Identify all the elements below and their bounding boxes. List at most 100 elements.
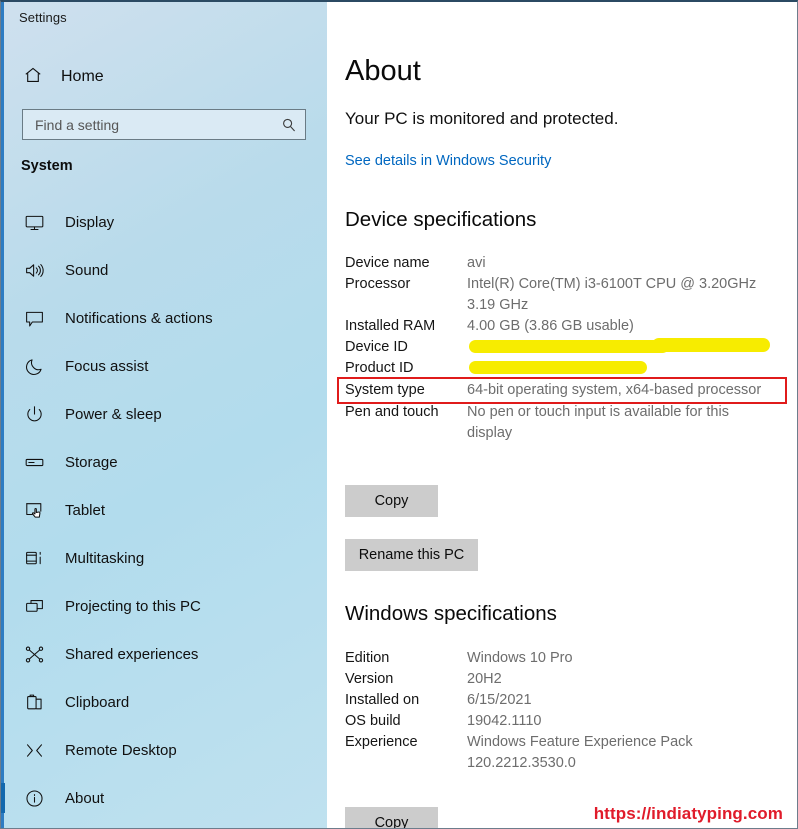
spec-row: Installed RAM 4.00 GB (3.86 GB usable): [345, 316, 785, 337]
spec-value: 19042.1110: [467, 713, 542, 729]
spec-value: avi: [467, 255, 486, 271]
spec-row-highlighted: System type 64-bit operating system, x64-…: [337, 377, 787, 404]
sidebar-item-focus-assist[interactable]: Focus assist: [1, 342, 328, 390]
sidebar-item-home[interactable]: Home: [13, 62, 313, 92]
spec-value: 4.00 GB (3.86 GB usable): [467, 318, 634, 334]
spec-row: Device ID: [345, 337, 785, 358]
sidebar-nav-list: Display Sound Notifications & actions Focus…: [1, 198, 328, 822]
sidebar-item-notifications-actions[interactable]: Notifications & actions: [1, 294, 328, 342]
sidebar-item-sound[interactable]: Sound: [1, 246, 328, 294]
sidebar-group-title: System: [21, 158, 73, 174]
projecting-icon: [23, 595, 45, 617]
moon-icon: [23, 355, 45, 377]
spec-value: Windows Feature Experience Pack 120.2212…: [467, 734, 693, 771]
spec-key: Processor: [345, 276, 411, 292]
sidebar-item-about[interactable]: About: [1, 774, 328, 822]
spec-key: Device name: [345, 255, 430, 271]
settings-window: Settings Home System Display Sound Notific…: [0, 0, 798, 829]
sidebar-item-display[interactable]: Display: [1, 198, 328, 246]
chat-bubble-icon: [23, 307, 45, 329]
sidebar-item-label: Clipboard: [65, 693, 130, 711]
spec-row: Product ID: [345, 358, 785, 379]
remote-desktop-icon: [23, 739, 45, 761]
spec-key: Product ID: [345, 360, 414, 376]
spec-key: Version: [345, 671, 394, 687]
sidebar-item-home-label: Home: [61, 68, 104, 85]
spec-key: System type: [345, 382, 425, 398]
sidebar-item-label: Display: [65, 213, 115, 231]
rename-pc-button[interactable]: Rename this PC: [345, 539, 478, 571]
search-icon[interactable]: [279, 117, 305, 133]
sidebar-item-remote-desktop[interactable]: Remote Desktop: [1, 726, 328, 774]
multitasking-icon: [23, 547, 45, 569]
highlighter-stroke: [652, 338, 770, 352]
device-specifications-table: Device name avi Processor Intel(R) Core(TM)…: [337, 253, 787, 444]
watermark: https://indiatyping.com: [593, 804, 783, 823]
sidebar: Settings Home System Display Sound Notific…: [1, 2, 328, 828]
sidebar-item-clipboard[interactable]: Clipboard: [1, 678, 328, 726]
spec-key: OS build: [345, 713, 401, 729]
sidebar-item-label: Shared experiences: [65, 645, 199, 663]
sidebar-item-projecting-to-this-pc[interactable]: Projecting to this PC: [1, 582, 328, 630]
device-specifications-heading: Device specifications: [345, 208, 537, 231]
speaker-icon: [23, 259, 45, 281]
spec-value: No pen or touch input is available for t…: [467, 404, 729, 441]
spec-key: Pen and touch: [345, 404, 439, 420]
spec-row: Processor Intel(R) Core(TM) i3-6100T CPU …: [345, 274, 785, 316]
spec-row: Device name avi: [345, 253, 785, 274]
clipboard-icon: [23, 691, 45, 713]
page-title: About: [345, 55, 421, 87]
spec-key: Installed RAM: [345, 318, 436, 334]
protection-status-text: Your PC is monitored and protected.: [345, 109, 619, 128]
sidebar-item-power-sleep[interactable]: Power & sleep: [1, 390, 328, 438]
spec-value: 20H2: [467, 671, 502, 687]
sidebar-item-label: Tablet: [65, 501, 106, 519]
share-nodes-icon: [23, 643, 45, 665]
copy-windows-specs-button[interactable]: Copy: [345, 807, 438, 828]
spec-value: Windows 10 Pro: [467, 650, 573, 666]
windows-specifications-table: Edition Windows 10 Pro Version 20H2 Installe…: [345, 648, 785, 774]
spec-row: OS build 19042.1110: [345, 711, 785, 732]
windows-security-link[interactable]: See details in Windows Security: [345, 153, 551, 169]
power-icon: [23, 403, 45, 425]
highlighter-stroke: [469, 340, 669, 353]
spec-value: 6/15/2021: [467, 692, 532, 708]
sidebar-item-multitasking[interactable]: Multitasking: [1, 534, 328, 582]
main-content: About Your PC is monitored and protected…: [329, 2, 797, 828]
redacted-value-highlight: [467, 337, 785, 358]
sidebar-item-label: Notifications & actions: [65, 309, 213, 327]
sidebar-item-label: Power & sleep: [65, 405, 162, 423]
window-title: Settings: [19, 10, 67, 25]
spec-key: Device ID: [345, 339, 408, 355]
spec-key: Edition: [345, 650, 390, 666]
sidebar-item-label: Remote Desktop: [65, 741, 177, 759]
info-circle-icon: [23, 787, 45, 809]
sidebar-item-label: Focus assist: [65, 357, 149, 375]
sidebar-item-label: Multitasking: [65, 549, 145, 567]
sidebar-item-label: Projecting to this PC: [65, 597, 201, 615]
spec-key: Experience: [345, 734, 418, 750]
sidebar-item-label: About: [65, 789, 105, 807]
spec-key: Installed on: [345, 692, 420, 708]
sidebar-item-storage[interactable]: Storage: [1, 438, 328, 486]
search-box[interactable]: [22, 109, 306, 140]
copy-device-specs-button[interactable]: Copy: [345, 485, 438, 517]
redacted-value-highlight: [467, 358, 785, 379]
sidebar-item-label: Storage: [65, 453, 118, 471]
highlighter-stroke: [469, 361, 647, 374]
spec-row: Experience Windows Feature Experience Pac…: [345, 732, 785, 774]
search-input[interactable]: [23, 116, 279, 133]
drive-icon: [23, 451, 45, 473]
tablet-touch-icon: [23, 499, 45, 521]
spec-value: Intel(R) Core(TM) i3-6100T CPU @ 3.20GHz…: [467, 276, 757, 313]
monitor-icon: [23, 211, 45, 233]
spec-row: Version 20H2: [345, 669, 785, 690]
sidebar-item-shared-experiences[interactable]: Shared experiences: [1, 630, 328, 678]
sidebar-item-tablet[interactable]: Tablet: [1, 486, 328, 534]
sidebar-item-label: Sound: [65, 261, 109, 279]
spec-row: Edition Windows 10 Pro: [345, 648, 785, 669]
home-icon: [23, 65, 43, 90]
spec-value: 64-bit operating system, x64-based proce…: [467, 382, 762, 398]
spec-row: Pen and touch No pen or touch input is av…: [345, 402, 785, 444]
spec-row: Installed on 6/15/2021: [345, 690, 785, 711]
